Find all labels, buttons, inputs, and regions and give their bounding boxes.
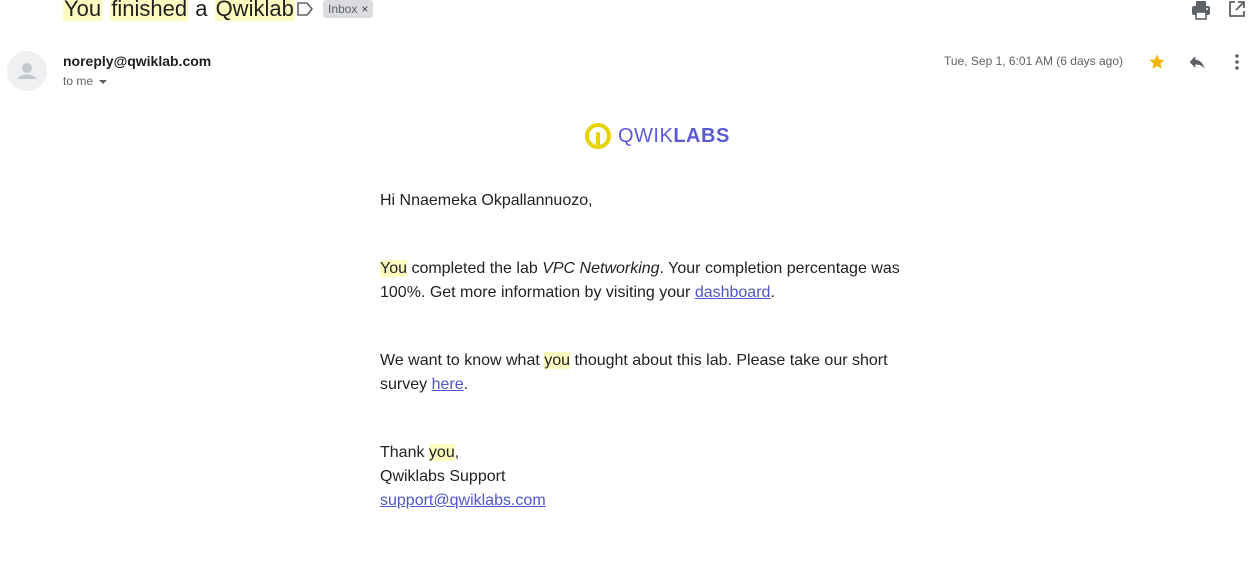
chevron-down-icon[interactable]	[99, 79, 108, 84]
label-icon[interactable]	[296, 1, 314, 17]
email-date: Tue, Sep 1, 6:01 AM (6 days ago)	[944, 54, 1123, 68]
survey-link[interactable]: here	[432, 376, 464, 393]
paragraph-text: .	[463, 376, 469, 393]
more-vert-icon[interactable]	[1228, 52, 1246, 72]
email-greeting: Hi Nnaemeka Okpallannuozo,	[380, 192, 593, 209]
support-email-link[interactable]: support@qwiklabs.com	[380, 492, 546, 509]
subject-word: You	[63, 0, 103, 21]
avatar-icon[interactable]	[7, 51, 47, 91]
highlighted-word: You	[380, 260, 407, 277]
inbox-label-text: Inbox	[328, 2, 358, 16]
recipient-details-toggle[interactable]: to me	[63, 74, 108, 88]
print-icon[interactable]	[1191, 0, 1211, 20]
signature: Thank you, Qwiklabs Support support@qwik…	[380, 441, 920, 513]
paragraph-text: We want to know what	[380, 352, 545, 369]
completion-paragraph: You completed the lab VPC Networking. Yo…	[380, 257, 920, 305]
lab-name: VPC Networking	[542, 260, 660, 277]
highlighted-word: you	[428, 444, 455, 461]
sender-address: noreply@qwiklab.com	[63, 53, 212, 69]
logo-text-bold: LABS	[673, 125, 730, 147]
paragraph-text: .	[770, 284, 775, 301]
recipient-text: to me	[63, 74, 94, 88]
star-icon[interactable]	[1148, 53, 1166, 71]
inbox-label-chip[interactable]: Inbox ×	[323, 0, 374, 18]
paragraph-text: completed the lab	[407, 260, 543, 277]
qwiklabs-logo: QWIKLABS	[584, 122, 730, 150]
qwiklabs-logo-icon	[585, 123, 611, 149]
reply-icon[interactable]	[1187, 52, 1207, 72]
subject-word: finished	[110, 0, 189, 21]
highlighted-word: you	[544, 352, 571, 369]
email-subject: You finished a Qwiklab	[63, 0, 295, 24]
dashboard-link[interactable]: dashboard	[695, 284, 771, 301]
paragraph-text: ,	[454, 444, 460, 461]
logo-text-light: QWIK	[618, 125, 674, 147]
logo-wordmark: QWIKLABS	[618, 123, 730, 149]
subject-space: a	[189, 0, 214, 21]
paragraph-text: Thank	[380, 444, 429, 461]
survey-paragraph: We want to know what you thought about t…	[380, 349, 920, 397]
signature-team: Qwiklabs Support	[380, 468, 506, 485]
subject-word: Qwiklab	[214, 0, 295, 21]
remove-label-icon[interactable]: ×	[361, 0, 368, 18]
open-in-new-icon[interactable]	[1228, 0, 1246, 18]
